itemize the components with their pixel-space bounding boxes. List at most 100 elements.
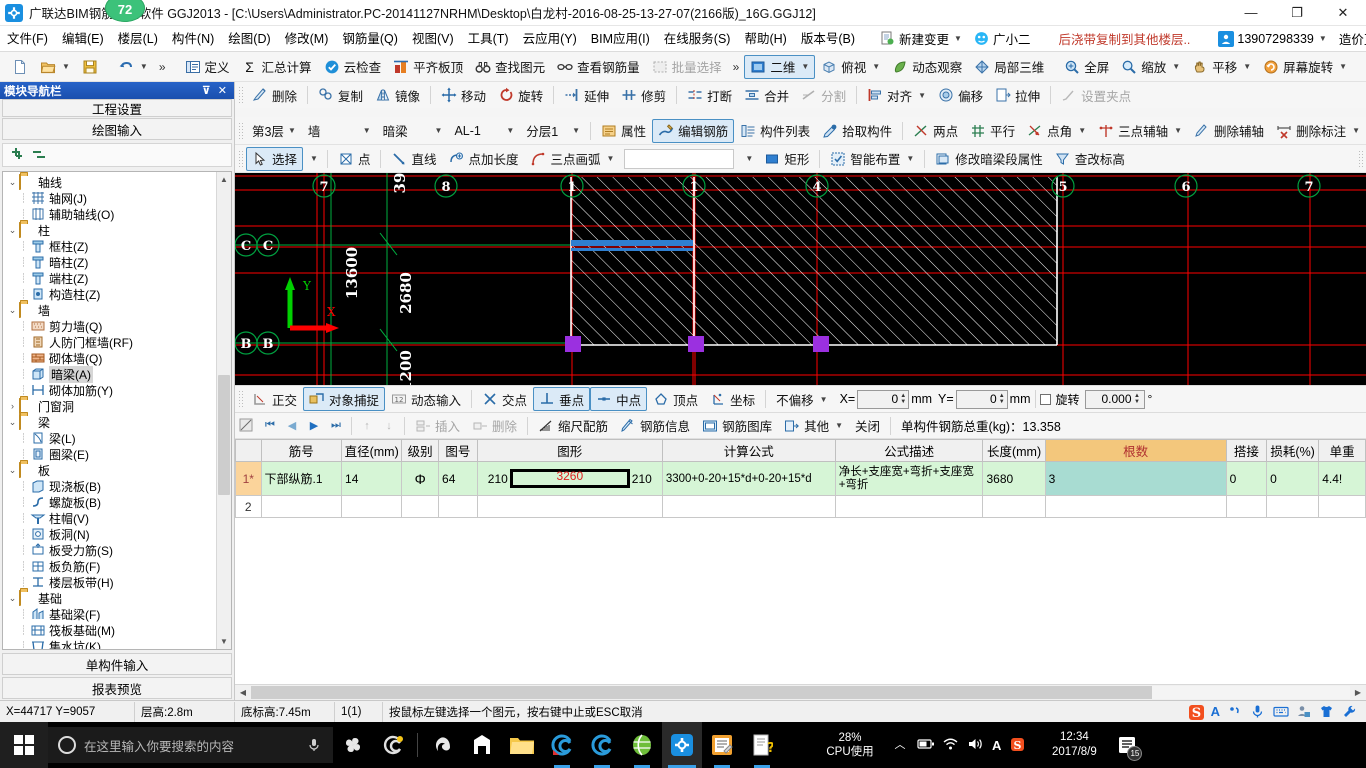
scroll-down-icon[interactable]: ▼ xyxy=(217,634,231,649)
th-zhijing[interactable]: 直径(mm) xyxy=(341,439,403,462)
th-gongshi[interactable]: 计算公式 xyxy=(661,439,836,462)
minimize-button[interactable]: — xyxy=(1228,0,1274,26)
move-down-icon[interactable]: ↓ xyxy=(378,415,400,437)
summary-calc-button[interactable]: Σ 汇总计算 xyxy=(236,55,318,79)
scroll-up-icon[interactable]: ▲ xyxy=(217,172,231,187)
offset-mode-select[interactable]: 不偏移 ▼ xyxy=(770,387,833,411)
th-tuxing[interactable]: 图形 xyxy=(476,439,663,462)
snap-grip[interactable] xyxy=(238,390,243,408)
th-rownum[interactable] xyxy=(235,439,262,462)
cell-tuxing[interactable] xyxy=(476,495,663,518)
menu-modify[interactable]: 修改(M) xyxy=(278,28,336,50)
type-select[interactable]: 暗梁 ▼ xyxy=(377,119,449,143)
menu-version[interactable]: 版本号(B) xyxy=(794,28,862,50)
layer-select[interactable]: 分层1 ▼ xyxy=(520,119,586,143)
undo-chevron-down-icon[interactable]: ▼ xyxy=(140,62,148,71)
keyboard-icon[interactable] xyxy=(1273,704,1289,720)
floor-chevron-down-icon[interactable]: ▼ xyxy=(288,126,296,135)
th-changdu[interactable]: 长度(mm) xyxy=(982,439,1046,462)
cell-tuhao[interactable]: 64 xyxy=(438,461,478,496)
draw-grip[interactable] xyxy=(238,149,243,168)
dynamic-observe-button[interactable]: 动态观察 xyxy=(886,55,968,79)
close-panel-button[interactable]: 关闭 xyxy=(849,414,886,438)
line-tool-button[interactable]: 直线 xyxy=(385,147,442,171)
select-chevron-down-icon[interactable]: ▼ xyxy=(305,154,323,163)
expander-icon[interactable]: ⌄ xyxy=(6,177,19,188)
close-button[interactable]: ✕ xyxy=(1320,0,1366,26)
taskbar-app-explorer[interactable] xyxy=(502,722,542,768)
sidebar-button-project-settings[interactable]: 工程设置 xyxy=(2,99,232,117)
top-view-button[interactable]: 俯视 ▼ xyxy=(815,55,886,79)
move-up-icon[interactable]: ↑ xyxy=(356,415,378,437)
snap-vertex[interactable]: 顶点 xyxy=(647,387,704,411)
flush-slab-top-button[interactable]: 平齐板顶 xyxy=(387,55,469,79)
undo-button[interactable]: ▼ xyxy=(112,55,154,79)
cell-miaoshu[interactable]: 净长+支座宽+弯折+支座宽+弯折 xyxy=(834,461,984,496)
check-elevation-button[interactable]: 查改标高 xyxy=(1049,147,1131,171)
menu-cloud[interactable]: 云应用(Y) xyxy=(516,28,584,50)
nav-prev-icon[interactable]: ◀ xyxy=(281,415,303,437)
expander-icon[interactable]: ⌄ xyxy=(6,305,19,316)
tray-expand-icon[interactable]: ︿ xyxy=(892,737,908,753)
cell-rownum[interactable]: 2 xyxy=(235,495,262,518)
cell-changdu[interactable] xyxy=(982,495,1046,518)
other-chevron-down-icon[interactable]: ▼ xyxy=(835,421,843,430)
draw-grip-end[interactable] xyxy=(1358,149,1363,168)
snap-intersection[interactable]: 交点 xyxy=(476,387,533,411)
menu-draw[interactable]: 绘图(D) xyxy=(221,28,277,50)
taskbar-clock[interactable]: 12:34 2017/8/9 xyxy=(1038,730,1110,760)
other-button[interactable]: 其他 ▼ xyxy=(778,414,849,438)
tree-item[interactable]: ┊ 构造柱(Z) xyxy=(6,286,216,302)
point-angle-chevron-down-icon[interactable]: ▼ xyxy=(1078,126,1086,135)
tree-item[interactable]: ┊ 板洞(N) xyxy=(6,526,216,542)
cpu-indicator[interactable]: 28% CPU使用 xyxy=(814,731,886,759)
tree-item[interactable]: ┊ 砌体加筋(Y) xyxy=(6,382,216,398)
tree-item[interactable]: ┊ 人防门框墙(RF) xyxy=(6,334,216,350)
cloud-check-button[interactable]: 云检查 xyxy=(318,55,388,79)
member-chevron-down-icon[interactable]: ▼ xyxy=(506,126,514,135)
object-snap-toggle[interactable]: 对象捕捉 xyxy=(303,387,386,411)
y-spinner[interactable]: ▲▼ xyxy=(955,389,1008,409)
th-jinhao[interactable]: 筋号 xyxy=(260,439,343,462)
menu-rebar-qty[interactable]: 钢筋量(Q) xyxy=(335,28,405,50)
menu-floor[interactable]: 楼层(L) xyxy=(111,28,165,50)
zoom-button[interactable]: 缩放 ▼ xyxy=(1115,55,1186,79)
nav-first-icon[interactable]: ⏮ xyxy=(259,415,281,437)
th-dajie[interactable]: 搭接 xyxy=(1225,439,1268,462)
sidebar-button-drawing-input[interactable]: 绘图输入 xyxy=(2,118,232,140)
delete-annotation-chevron-down-icon[interactable]: ▼ xyxy=(1352,126,1360,135)
properties-button[interactable]: 属性 xyxy=(595,119,652,143)
hscroll-right-icon[interactable]: ▶ xyxy=(1350,685,1366,700)
draw-extra-input[interactable] xyxy=(624,148,735,169)
tree-item[interactable]: ┊ 筏板基础(M) xyxy=(6,622,216,638)
category-chevron-down-icon[interactable]: ▼ xyxy=(363,126,371,135)
cell-jinhao[interactable] xyxy=(260,495,343,518)
menu-online-service[interactable]: 在线服务(S) xyxy=(657,28,738,50)
tree-item[interactable]: ┊ 基础梁(F) xyxy=(6,606,216,622)
scroll-track[interactable] xyxy=(217,187,231,634)
pick-component-button[interactable]: 拾取构件 xyxy=(816,119,898,143)
taskbar-app-pinwheel[interactable] xyxy=(333,722,373,768)
tree-item[interactable]: ┊ 现浇板(B) xyxy=(6,478,216,494)
x-spin-arrows[interactable]: ▲ ▼ xyxy=(898,393,908,405)
tree-folder[interactable]: ⌄ 板 xyxy=(6,462,216,478)
copy-button[interactable]: 复制 xyxy=(312,83,369,107)
tree-item[interactable]: ┊ 板受力筋(S) xyxy=(6,542,216,558)
taskbar-app-glodon-1[interactable] xyxy=(542,722,582,768)
x-input[interactable] xyxy=(858,392,899,406)
tree-folder[interactable]: ⌄ 柱 xyxy=(6,222,216,238)
delete-button[interactable]: 删除 xyxy=(246,83,303,107)
stretch-button[interactable]: 拉伸 xyxy=(989,83,1046,107)
menu-file[interactable]: 文件(F) xyxy=(0,28,55,50)
merge-button[interactable]: 合并 xyxy=(738,83,795,107)
tree-item[interactable]: ┊ 剪力墙(Q) xyxy=(6,318,216,334)
tree-item[interactable]: ┊ 楼层板带(H) xyxy=(6,574,216,590)
nav-next-icon[interactable]: ▶ xyxy=(303,415,325,437)
rebar-table-wrapper[interactable]: 筋号 直径(mm) 级别 图号 图形 计算公式 公式描述 长度(mm) 根数 搭… xyxy=(235,439,1366,700)
tree-item[interactable]: ┊ 暗柱(Z) xyxy=(6,254,216,270)
cell-dajie[interactable]: 0 xyxy=(1225,461,1268,496)
top-view-chevron-down-icon[interactable]: ▼ xyxy=(872,62,880,71)
taskbar-app-help[interactable]: ? xyxy=(742,722,782,768)
cell-genshu[interactable]: 3 xyxy=(1044,461,1227,496)
expander-icon[interactable]: ⌄ xyxy=(6,593,19,604)
